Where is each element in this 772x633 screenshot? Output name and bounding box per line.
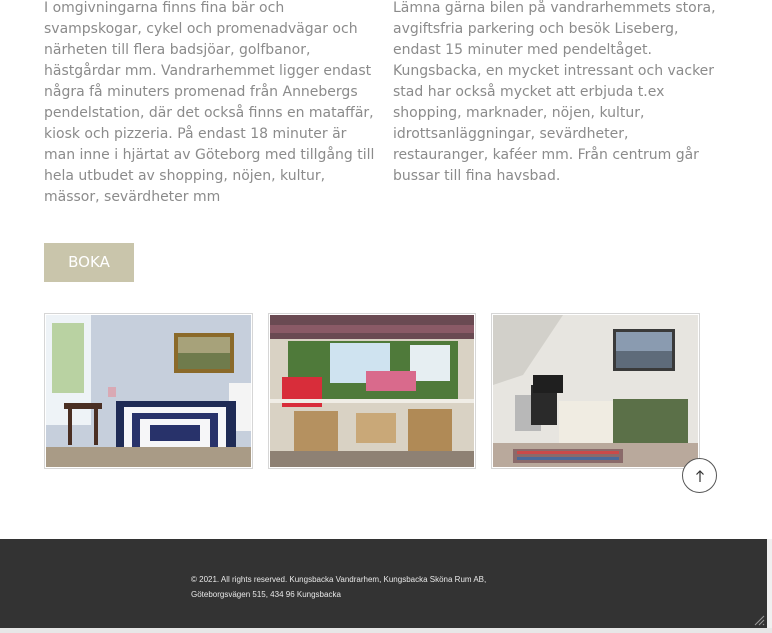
scroll-to-top-button[interactable] <box>682 458 717 493</box>
gallery-image-sunroom[interactable] <box>268 313 476 469</box>
copyright-text: © 2021. All rights reserved. Kungsbacka … <box>191 572 551 602</box>
copyright-line-2: Göteborgsvägen 515, 434 96 Kungsbacka <box>191 590 341 599</box>
bottom-edge-bar <box>0 628 772 633</box>
arrow-up-icon <box>695 469 704 482</box>
book-button[interactable]: BOKA <box>44 243 134 282</box>
gallery-image-attic-bedroom[interactable] <box>491 313 700 469</box>
bedroom-photo <box>46 315 251 467</box>
gallery-image-bedroom[interactable] <box>44 313 253 469</box>
intro-text-right: Lämna gärna bilen på vandrarhemmets stor… <box>393 0 716 184</box>
copyright-line-1: © 2021. All rights reserved. Kungsbacka … <box>191 575 487 584</box>
intro-text-left: I omgivningarna finns fina bär och svamp… <box>44 0 375 205</box>
attic-bedroom-photo <box>493 315 698 467</box>
site-footer: © 2021. All rights reserved. Kungsbacka … <box>0 539 767 628</box>
scrollbar-track[interactable] <box>767 539 772 628</box>
resize-grip-icon[interactable] <box>753 614 765 626</box>
sunroom-photo <box>270 315 474 467</box>
